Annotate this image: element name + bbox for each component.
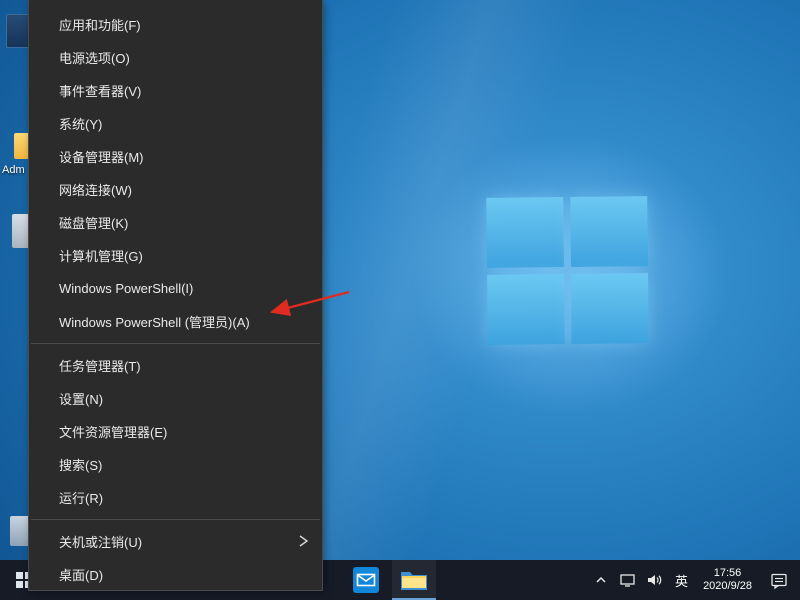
tray-display-button[interactable] xyxy=(614,560,641,600)
menu-separator xyxy=(31,519,320,520)
menu-item-desktop[interactable]: 桌面(D) xyxy=(29,558,322,591)
menu-item-label: 桌面(D) xyxy=(59,565,103,584)
menu-item-file-explorer[interactable]: 文件资源管理器(E) xyxy=(29,415,322,448)
menu-item-label: 计算机管理(G) xyxy=(59,246,143,265)
volume-icon xyxy=(646,572,663,588)
windows-logo-pane xyxy=(570,196,648,267)
menu-item-label: 事件查看器(V) xyxy=(59,81,141,100)
taskbar-clock[interactable]: 17:56 2020/9/28 xyxy=(695,567,760,593)
winx-context-menu: 应用和功能(F) 电源选项(O) 事件查看器(V) 系统(Y) 设备管理器(M)… xyxy=(28,0,323,591)
taskbar-file-explorer-button[interactable] xyxy=(392,560,436,600)
menu-item-shutdown-signout[interactable]: 关机或注销(U) xyxy=(29,525,322,558)
menu-item-label: 磁盘管理(K) xyxy=(59,213,128,232)
clock-time: 17:56 xyxy=(703,567,752,580)
menu-item-label: 应用和功能(F) xyxy=(59,15,141,34)
tray-expand-chevron-icon xyxy=(593,572,609,588)
menu-item-device-manager[interactable]: 设备管理器(M) xyxy=(29,140,322,173)
menu-item-label: 设置(N) xyxy=(59,389,103,408)
menu-item-label: 网络连接(W) xyxy=(59,180,132,199)
tray-expand-button[interactable] xyxy=(588,560,614,600)
system-tray: 英 17:56 2020/9/28 xyxy=(588,560,800,600)
menu-item-settings[interactable]: 设置(N) xyxy=(29,382,322,415)
menu-item-label: Windows PowerShell (管理员)(A) xyxy=(59,312,250,331)
windows-logo-pane xyxy=(487,274,565,345)
menu-item-label: 关机或注销(U) xyxy=(59,532,142,551)
menu-item-label: 搜索(S) xyxy=(59,455,102,474)
menu-item-apps-features[interactable]: 应用和功能(F) xyxy=(29,8,322,41)
menu-item-label: 系统(Y) xyxy=(59,114,102,133)
display-icon xyxy=(619,572,636,588)
ime-language-indicator[interactable]: 英 xyxy=(668,560,695,600)
clock-date: 2020/9/28 xyxy=(703,580,752,593)
menu-item-disk-management[interactable]: 磁盘管理(K) xyxy=(29,206,322,239)
menu-item-powershell[interactable]: Windows PowerShell(I) xyxy=(29,272,322,305)
submenu-chevron-icon xyxy=(296,533,310,552)
menu-item-label: 文件资源管理器(E) xyxy=(59,422,167,441)
menu-item-powershell-admin[interactable]: Windows PowerShell (管理员)(A) xyxy=(29,305,322,338)
menu-item-label: 任务管理器(T) xyxy=(59,356,141,375)
action-center-button[interactable] xyxy=(760,560,800,600)
desktop-icon-label: Adm xyxy=(2,164,25,176)
menu-item-search[interactable]: 搜索(S) xyxy=(29,448,322,481)
file-explorer-icon xyxy=(400,568,428,592)
desktop-icon[interactable] xyxy=(10,516,30,546)
menu-item-task-manager[interactable]: 任务管理器(T) xyxy=(29,349,322,382)
menu-separator xyxy=(31,343,320,344)
mail-app-icon xyxy=(353,567,379,593)
taskbar-mail-button[interactable] xyxy=(344,560,388,600)
tray-volume-button[interactable] xyxy=(641,560,668,600)
action-center-icon xyxy=(770,572,788,589)
windows-logo xyxy=(486,196,649,345)
menu-item-label: 运行(R) xyxy=(59,488,103,507)
menu-item-label: 电源选项(O) xyxy=(59,48,130,67)
menu-item-event-viewer[interactable]: 事件查看器(V) xyxy=(29,74,322,107)
menu-item-computer-management[interactable]: 计算机管理(G) xyxy=(29,239,322,272)
menu-item-power-options[interactable]: 电源选项(O) xyxy=(29,41,322,74)
menu-item-system[interactable]: 系统(Y) xyxy=(29,107,322,140)
menu-item-network-connections[interactable]: 网络连接(W) xyxy=(29,173,322,206)
menu-item-label: Windows PowerShell(I) xyxy=(59,281,193,296)
menu-item-run[interactable]: 运行(R) xyxy=(29,481,322,514)
menu-item-label: 设备管理器(M) xyxy=(59,147,144,166)
windows-logo-pane xyxy=(486,197,564,268)
windows-logo-pane xyxy=(571,273,649,344)
